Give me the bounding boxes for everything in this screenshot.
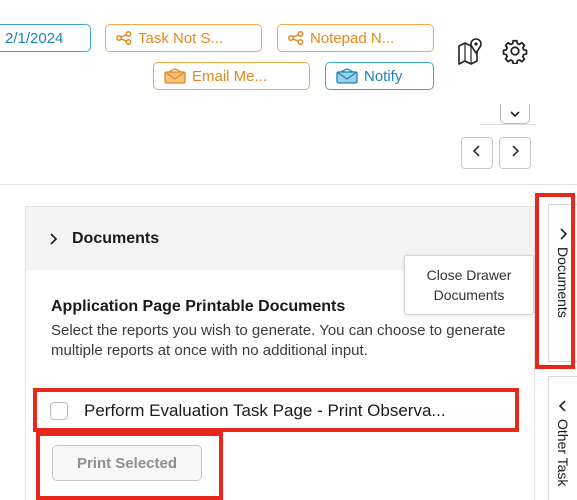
documents-drawer-tab[interactable]: Documents [548, 204, 577, 362]
documents-panel: Documents Application Page Printable Doc… [25, 206, 535, 500]
date-chip[interactable]: 2/1/2024 [0, 24, 91, 52]
date-chip-label: 2/1/2024 [5, 29, 64, 47]
document-checkbox[interactable] [50, 402, 68, 420]
envelope-icon [164, 68, 186, 84]
notepad-chip[interactable]: Notepad N... [277, 24, 434, 52]
document-label: Perform Evaluation Task Page - Print Obs… [84, 401, 446, 420]
document-row[interactable]: Perform Evaluation Task Page - Print Obs… [30, 393, 516, 429]
share-icon [116, 31, 132, 45]
next-button[interactable] [499, 137, 531, 169]
previous-button[interactable] [461, 137, 493, 169]
chevron-left-icon [472, 144, 482, 163]
chevron-right-icon [558, 227, 568, 241]
other-task-drawer-tab[interactable]: Other Task [548, 376, 577, 500]
notepad-chip-label: Notepad N... [310, 29, 395, 47]
task-not-started-chip[interactable]: Task Not S... [105, 24, 262, 52]
screen: 2/1/2024 Task Not S... Notepad N... Emai… [0, 0, 577, 500]
section-heading: Application Page Printable Documents [51, 298, 346, 315]
chevron-down-icon [509, 105, 521, 123]
tooltip-line-1: Close Drawer [426, 267, 512, 283]
map-pin-icon[interactable] [455, 36, 485, 66]
print-selected-button[interactable]: Print Selected [52, 445, 202, 481]
notify-chip-label: Notify [364, 67, 403, 85]
documents-panel-title: Documents [72, 229, 160, 247]
section-description: Select the reports you wish to generate.… [51, 322, 506, 359]
email-chip[interactable]: Email Me... [153, 62, 310, 90]
notify-chip[interactable]: Notify [325, 62, 434, 90]
collapse-divider [480, 124, 536, 125]
header-divider [0, 184, 577, 185]
share-icon [288, 31, 304, 45]
tooltip-line-2: Documents [433, 287, 505, 303]
gear-icon[interactable] [500, 36, 530, 66]
documents-drawer-tab-label: Documents [555, 247, 571, 318]
task-chip-label: Task Not S... [138, 29, 224, 47]
email-chip-label: Email Me... [192, 67, 268, 85]
close-drawer-tooltip: Close Drawer Documents [404, 255, 534, 315]
collapse-toggle-button[interactable] [500, 104, 530, 124]
chevron-right-icon [48, 232, 58, 246]
other-task-drawer-tab-label: Other Task [555, 419, 571, 487]
chevron-right-icon [510, 144, 520, 163]
chevron-left-icon [558, 399, 568, 413]
envelope-icon [336, 68, 358, 84]
